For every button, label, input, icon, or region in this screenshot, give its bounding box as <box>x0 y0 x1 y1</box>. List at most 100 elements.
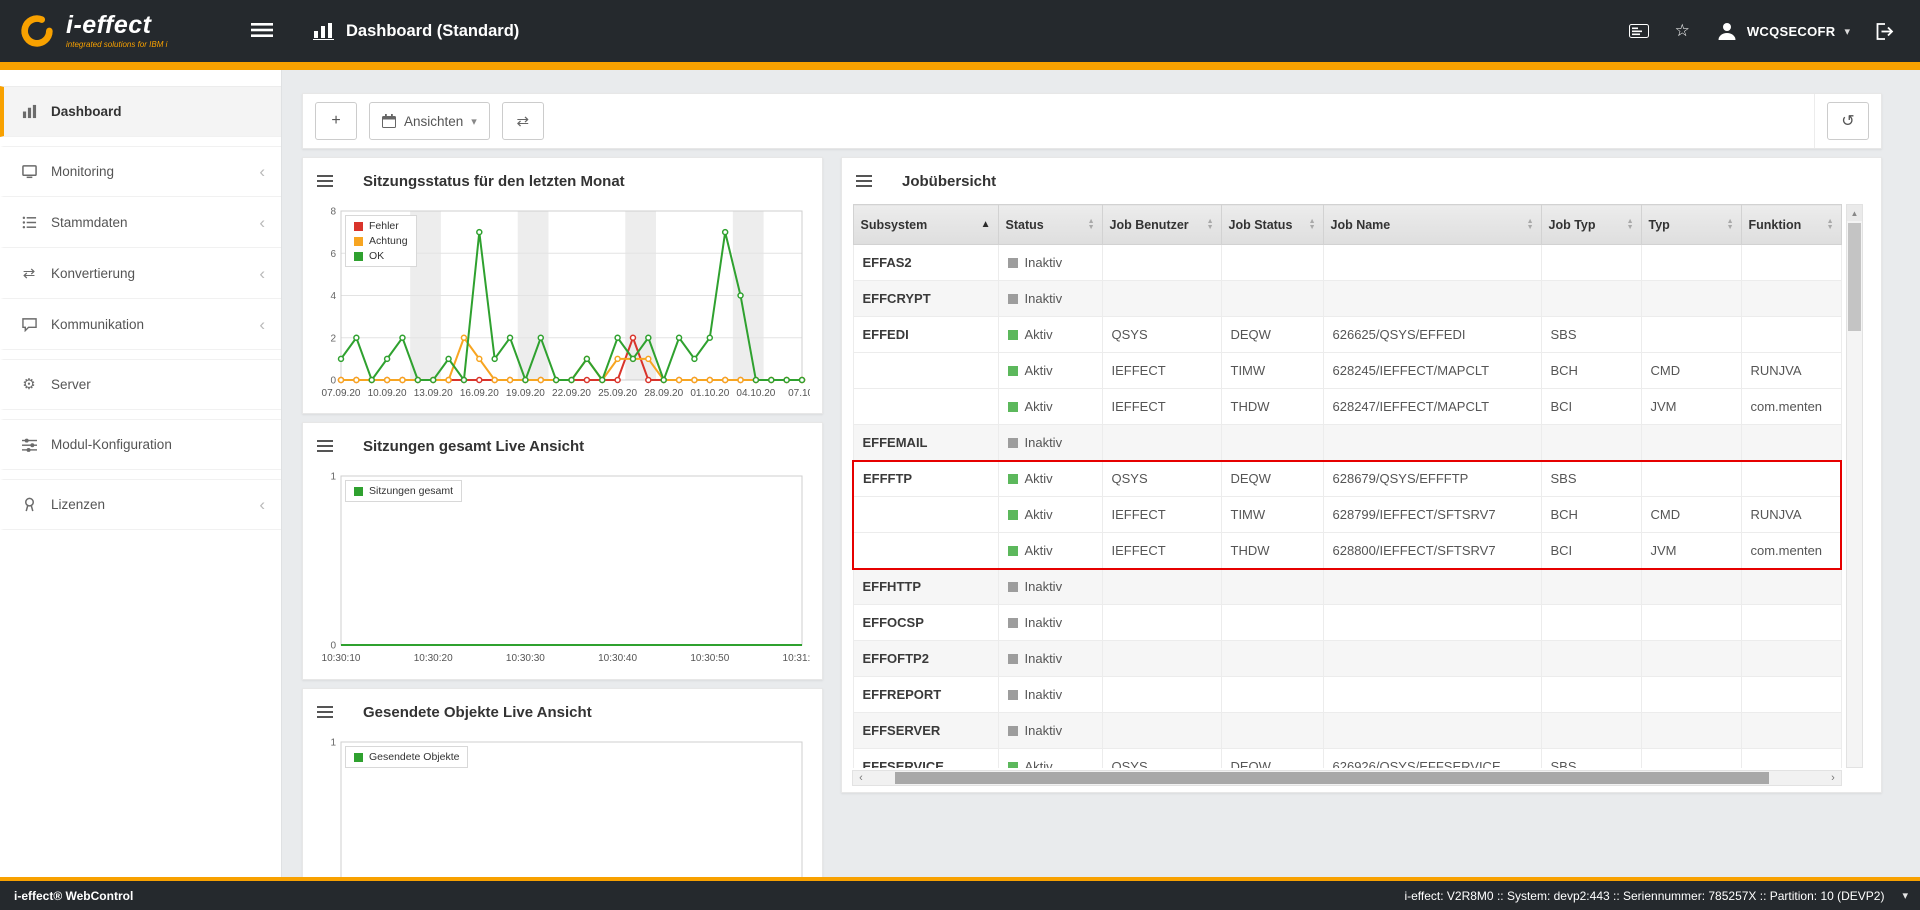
sidebar-item-kommunikation[interactable]: Kommunikation ‹ <box>0 299 281 350</box>
history-button[interactable]: ↺ <box>1827 102 1869 140</box>
column-header-status[interactable]: Status▲▼ <box>998 205 1102 245</box>
cell <box>1102 713 1221 749</box>
column-header-subsystem[interactable]: Subsystem▲ <box>853 205 998 245</box>
cell: QSYS <box>1102 749 1221 769</box>
table-row[interactable]: EFFAS2Inaktiv <box>853 245 1841 281</box>
table-row[interactable]: AktivIEFFECTTHDW628247/IEFFECT/MAPCLTBCI… <box>853 389 1841 425</box>
panel-objects-live: Gesendete Objekte Live Ansicht 1Gesendet… <box>302 688 823 877</box>
cell: IEFFECT <box>1102 533 1221 569</box>
cell: TIMW <box>1221 497 1323 533</box>
table-row[interactable]: EFFEDIAktivQSYSDEQW626625/QSYS/EFFEDISBS <box>853 317 1841 353</box>
views-dropdown[interactable]: Ansichten ▾ <box>369 102 490 140</box>
cell <box>1221 641 1323 677</box>
panel-menu-button[interactable] <box>317 706 333 718</box>
table-header-row: Subsystem▲Status▲▼Job Benutzer▲▼Job Stat… <box>853 205 1841 245</box>
navbar-actions: ☆ WCQSECOFR ▾ <box>1629 20 1920 42</box>
footer-scroll-down-icon[interactable]: ▾ <box>1902 889 1908 902</box>
scroll-left-button[interactable]: ‹ <box>853 771 869 785</box>
table-row[interactable]: EFFOCSPInaktiv <box>853 605 1841 641</box>
svg-text:10:30:40: 10:30:40 <box>598 653 637 664</box>
svg-text:4: 4 <box>330 291 336 302</box>
cell-status: Inaktiv <box>998 281 1102 317</box>
svg-text:19.09.20: 19.09.20 <box>506 388 545 399</box>
panel-sessions-month: Sitzungsstatus für den letzten Monat 024… <box>302 157 823 414</box>
panel-title: Gesendete Objekte Live Ansicht <box>363 704 592 721</box>
panel-title: Sitzungsstatus für den letzten Monat <box>363 173 625 190</box>
sidebar-item-monitoring[interactable]: Monitoring ‹ <box>0 146 281 197</box>
panel-menu-button[interactable] <box>317 175 333 187</box>
scroll-up-button[interactable]: ▲ <box>1847 205 1862 221</box>
table-row[interactable]: EFFCRYPTInaktiv <box>853 281 1841 317</box>
column-header-typ[interactable]: Typ▲▼ <box>1641 205 1741 245</box>
logo[interactable]: i-effect integrated solutions for IBM i <box>0 12 225 50</box>
table-row[interactable]: EFFOFTP2Inaktiv <box>853 641 1841 677</box>
column-header-job-benutzer[interactable]: Job Benutzer▲▼ <box>1102 205 1221 245</box>
sidebar-item-label: Konvertierung <box>51 266 135 281</box>
add-widget-button[interactable]: + <box>315 102 357 140</box>
column-header-job-name[interactable]: Job Name▲▼ <box>1323 205 1541 245</box>
cell <box>1641 749 1741 769</box>
column-header-job-status[interactable]: Job Status▲▼ <box>1221 205 1323 245</box>
horizontal-scroll-thumb[interactable] <box>895 772 1769 784</box>
cell <box>1741 677 1841 713</box>
vertical-scroll-thumb[interactable] <box>1848 223 1861 331</box>
sessions-live-chart: 0110:30:1010:30:2010:30:3010:30:4010:30:… <box>315 469 810 667</box>
sidebar-item-stammdaten[interactable]: Stammdaten ‹ <box>0 197 281 248</box>
table-row[interactable]: EFFEMAILInaktiv <box>853 425 1841 461</box>
sidebar-item-label: Kommunikation <box>51 317 144 332</box>
sidebar-item-modul-konfiguration[interactable]: Modul-Konfiguration <box>0 419 281 470</box>
cell <box>1741 425 1841 461</box>
cell <box>1221 425 1323 461</box>
column-header-funktion[interactable]: Funktion▲▼ <box>1741 205 1841 245</box>
status-square-icon <box>1008 330 1018 340</box>
chevron-left-icon: ‹ <box>259 214 265 231</box>
user-menu[interactable]: WCQSECOFR ▾ <box>1716 20 1850 42</box>
refresh-button[interactable]: ⇄ <box>502 102 544 140</box>
legend-swatch-icon <box>354 222 363 231</box>
sidebar-item-lizenzen[interactable]: Lizenzen ‹ <box>0 479 281 530</box>
table-row[interactable]: EFFSERVERInaktiv <box>853 713 1841 749</box>
table-row[interactable]: EFFSERVICEAktivQSYSDEQW626926/QSYS/EFFSE… <box>853 749 1841 769</box>
table-row[interactable]: EFFREPORTInaktiv <box>853 677 1841 713</box>
cell <box>1541 425 1641 461</box>
cell-status: Inaktiv <box>998 245 1102 281</box>
history-icon: ↺ <box>1841 111 1854 131</box>
sidebar-toggle-button[interactable] <box>251 22 273 41</box>
cell-subsystem: EFFEDI <box>853 317 998 353</box>
cell <box>1323 425 1541 461</box>
column-header-job-typ[interactable]: Job Typ▲▼ <box>1541 205 1641 245</box>
table-row[interactable]: EFFHTTPInaktiv <box>853 569 1841 605</box>
cell <box>1323 641 1541 677</box>
logout-button[interactable] <box>1876 23 1896 40</box>
panel-menu-button[interactable] <box>856 175 872 187</box>
job-table: Subsystem▲Status▲▼Job Benutzer▲▼Job Stat… <box>852 204 1842 768</box>
vertical-scrollbar[interactable]: ▲ <box>1846 204 1863 768</box>
footer-system-info: i-effect: V2R8M0 :: System: devp2:443 ::… <box>1404 889 1884 903</box>
svg-text:01.10.20: 01.10.20 <box>690 388 729 399</box>
horizontal-scrollbar[interactable]: ‹ › <box>852 770 1842 786</box>
panel-title: Jobübersicht <box>902 173 996 190</box>
svg-text:10.09.20: 10.09.20 <box>368 388 407 399</box>
objects-live-chart: 1Gesendete Objekte <box>315 735 810 877</box>
sidebar-item-dashboard[interactable]: Dashboard <box>0 86 281 137</box>
favorites-button[interactable]: ☆ <box>1675 21 1690 41</box>
sidebar-item-konvertierung[interactable]: ⇄ Konvertierung ‹ <box>0 248 281 299</box>
sidebar-item-label: Dashboard <box>51 104 122 119</box>
sort-icon: ▲▼ <box>1207 219 1214 231</box>
panel-menu-button[interactable] <box>317 440 333 452</box>
footer-product-label: i-effect® WebControl <box>14 889 133 903</box>
scroll-right-button[interactable]: › <box>1825 771 1841 785</box>
table-row[interactable]: AktivIEFFECTTIMW628799/IEFFECT/SFTSRV7BC… <box>853 497 1841 533</box>
brand-accent-bar <box>0 62 1920 70</box>
status-square-icon <box>1008 402 1018 412</box>
username: WCQSECOFR <box>1747 24 1836 39</box>
legend-label: Sitzungen gesamt <box>369 485 453 497</box>
sidebar-item-server[interactable]: ⚙ Server <box>0 359 281 410</box>
bar-chart-icon <box>313 22 334 40</box>
table-row[interactable]: AktivIEFFECTTHDW628800/IEFFECT/SFTSRV7BC… <box>853 533 1841 569</box>
console-button[interactable] <box>1629 24 1649 38</box>
table-row[interactable]: EFFFTPAktivQSYSDEQW628679/QSYS/EFFFTPSBS <box>853 461 1841 497</box>
charts-column: Sitzungsstatus für den letzten Monat 024… <box>302 157 823 877</box>
table-row[interactable]: AktivIEFFECTTIMW628245/IEFFECT/MAPCLTBCH… <box>853 353 1841 389</box>
cell <box>1541 641 1641 677</box>
